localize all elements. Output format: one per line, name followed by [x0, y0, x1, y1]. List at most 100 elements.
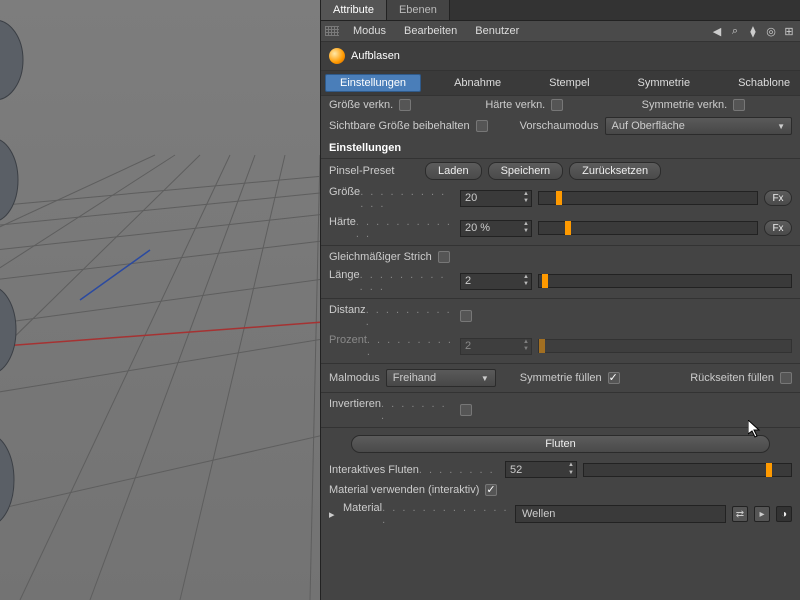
symfill-check[interactable]	[608, 372, 620, 384]
paintmode-combo[interactable]: Freihand▼	[386, 369, 496, 387]
length-label: Länge	[329, 269, 360, 281]
material-clear-icon[interactable]: ◑	[776, 506, 792, 522]
material-row: ▸ Material. . . . . . . . . . . . . . We…	[321, 499, 800, 529]
menu-bearbeiten[interactable]: Bearbeiten	[400, 23, 461, 39]
size-label: Größe	[329, 186, 360, 198]
keep-size-label: Sichtbare Größe beibehalten	[329, 120, 470, 132]
paintmode-label: Malmodus	[329, 372, 380, 384]
spinner-down-icon[interactable]: ▼	[521, 198, 531, 206]
grip-icon[interactable]	[325, 26, 339, 36]
distance-label: Distanz	[329, 304, 366, 316]
expand-icon[interactable]: ▸	[329, 508, 335, 521]
iflood-row: Interaktives Fluten. . . . . . . . 52▲▼	[321, 458, 800, 481]
percent-row: Prozent. . . . . . . . . . 2▲▼	[321, 331, 800, 361]
flood-button[interactable]: Fluten	[351, 435, 770, 453]
link-row: Größe verkn. Härte verkn. Symmetrie verk…	[321, 96, 800, 114]
preview-mode-combo[interactable]: Auf Oberfläche ▼	[605, 117, 792, 135]
iflood-label: Interaktives Fluten	[329, 464, 419, 476]
invert-label: Invertieren	[329, 398, 381, 410]
spinner-up-icon[interactable]: ▲	[566, 462, 576, 470]
usemat-label: Material verwenden (interaktiv)	[329, 484, 479, 496]
length-field[interactable]: 2▲▼	[460, 273, 532, 290]
preview-mode-label: Vorschaumodus	[520, 120, 599, 132]
size-link-check[interactable]	[399, 99, 411, 111]
material-pick-icon[interactable]: ▸	[754, 506, 770, 522]
load-button[interactable]: Laden	[425, 162, 482, 180]
backfill-check[interactable]	[780, 372, 792, 384]
subtab-symmetrie[interactable]: Symmetrie	[623, 74, 706, 92]
paintmode-row: Malmodus Freihand▼ Symmetrie füllen Rück…	[321, 366, 800, 390]
spinner-down-icon[interactable]: ▼	[566, 470, 576, 478]
invert-row: Invertieren. . . . . . . .	[321, 395, 800, 425]
percent-slider	[538, 339, 792, 353]
material-field[interactable]: Wellen	[515, 505, 726, 523]
subtab-stempel[interactable]: Stempel	[534, 74, 604, 92]
size-field[interactable]: 20▲▼	[460, 190, 532, 207]
tool-header: Aufblasen	[321, 42, 800, 71]
stroke-even-row: Gleichmäßiger Strich	[321, 248, 800, 266]
hardness-slider[interactable]	[538, 221, 758, 235]
reset-button[interactable]: Zurücksetzen	[569, 162, 661, 180]
back-icon[interactable]: ◀	[710, 24, 724, 38]
preset-row: Pinsel-Preset Laden Speichern Zurücksetz…	[321, 159, 800, 183]
distance-row: Distanz. . . . . . . . . .	[321, 301, 800, 331]
keep-size-row: Sichtbare Größe beibehalten Vorschaumodu…	[321, 114, 800, 138]
length-row: Länge. . . . . . . . . . . . 2▲▼	[321, 266, 800, 296]
subtab-einstellungen[interactable]: Einstellungen	[325, 74, 421, 92]
menu-modus[interactable]: Modus	[349, 23, 390, 39]
size-row: Größe. . . . . . . . . . . . 20▲▼ Fx	[321, 183, 800, 213]
chevron-down-icon: ▼	[481, 374, 489, 383]
target-icon[interactable]: ◎	[764, 24, 778, 38]
spinner-up-icon[interactable]: ▲	[521, 191, 531, 199]
save-button[interactable]: Speichern	[488, 162, 564, 180]
spinner-down-icon[interactable]: ▼	[521, 228, 531, 236]
tab-attribute[interactable]: Attribute	[321, 0, 387, 20]
chevron-down-icon: ▼	[777, 122, 785, 131]
stroke-even-label: Gleichmäßiger Strich	[329, 251, 432, 263]
sym-link-label: Symmetrie verkn.	[642, 99, 728, 111]
subtab-schablone[interactable]: Schablone	[723, 74, 800, 92]
invert-check[interactable]	[460, 404, 472, 416]
hardness-field[interactable]: 20 %▲▼	[460, 220, 532, 237]
tool-subtabs: Einstellungen Abnahme Stempel Symmetrie …	[321, 71, 800, 96]
settings-content: Größe verkn. Härte verkn. Symmetrie verk…	[321, 96, 800, 600]
tool-name: Aufblasen	[351, 50, 400, 62]
size-slider[interactable]	[538, 191, 758, 205]
panel-tabs: Attribute Ebenen	[321, 0, 800, 21]
panel-menubar: Modus Bearbeiten Benutzer ◀ ⌕ ⧫ ◎ ⊞	[321, 21, 800, 42]
spinner-up-icon[interactable]: ▲	[521, 274, 531, 282]
viewport-3d[interactable]: Speicher : 26.108 MB	[0, 0, 320, 600]
preview-mode-value: Auf Oberfläche	[612, 120, 685, 132]
keep-size-check[interactable]	[476, 120, 488, 132]
percent-label: Prozent	[329, 334, 367, 346]
stroke-even-check[interactable]	[438, 251, 450, 263]
hard-link-check[interactable]	[551, 99, 563, 111]
hardness-label: Härte	[329, 216, 356, 228]
lock-icon[interactable]: ⧫	[746, 24, 760, 38]
length-slider[interactable]	[538, 274, 792, 288]
usemat-check[interactable]	[485, 484, 497, 496]
backfill-label: Rückseiten füllen	[690, 372, 774, 384]
hardness-fx-button[interactable]: Fx	[764, 220, 792, 236]
hardness-row: Härte. . . . . . . . . . . . 20 %▲▼ Fx	[321, 213, 800, 243]
menu-benutzer[interactable]: Benutzer	[471, 23, 523, 39]
size-fx-button[interactable]: Fx	[764, 190, 792, 206]
section-header: Einstellungen	[321, 138, 800, 159]
add-icon[interactable]: ⊞	[782, 24, 796, 38]
inflate-tool-icon	[329, 48, 345, 64]
spinner-down-icon[interactable]: ▼	[521, 281, 531, 289]
iflood-field[interactable]: 52▲▼	[505, 461, 577, 478]
material-label: Material	[343, 502, 382, 514]
tab-ebenen[interactable]: Ebenen	[387, 0, 450, 20]
material-swap-icon[interactable]: ⇄	[732, 506, 748, 522]
preset-label: Pinsel-Preset	[329, 165, 419, 177]
subtab-abnahme[interactable]: Abnahme	[439, 74, 516, 92]
percent-field: 2▲▼	[460, 338, 532, 355]
spinner-up-icon[interactable]: ▲	[521, 221, 531, 229]
search-icon[interactable]: ⌕	[728, 24, 742, 38]
iflood-slider[interactable]	[583, 463, 792, 477]
hard-link-label: Härte verkn.	[485, 99, 545, 111]
attribute-panel: Attribute Ebenen Modus Bearbeiten Benutz…	[320, 0, 800, 600]
distance-check[interactable]	[460, 310, 472, 322]
sym-link-check[interactable]	[733, 99, 745, 111]
